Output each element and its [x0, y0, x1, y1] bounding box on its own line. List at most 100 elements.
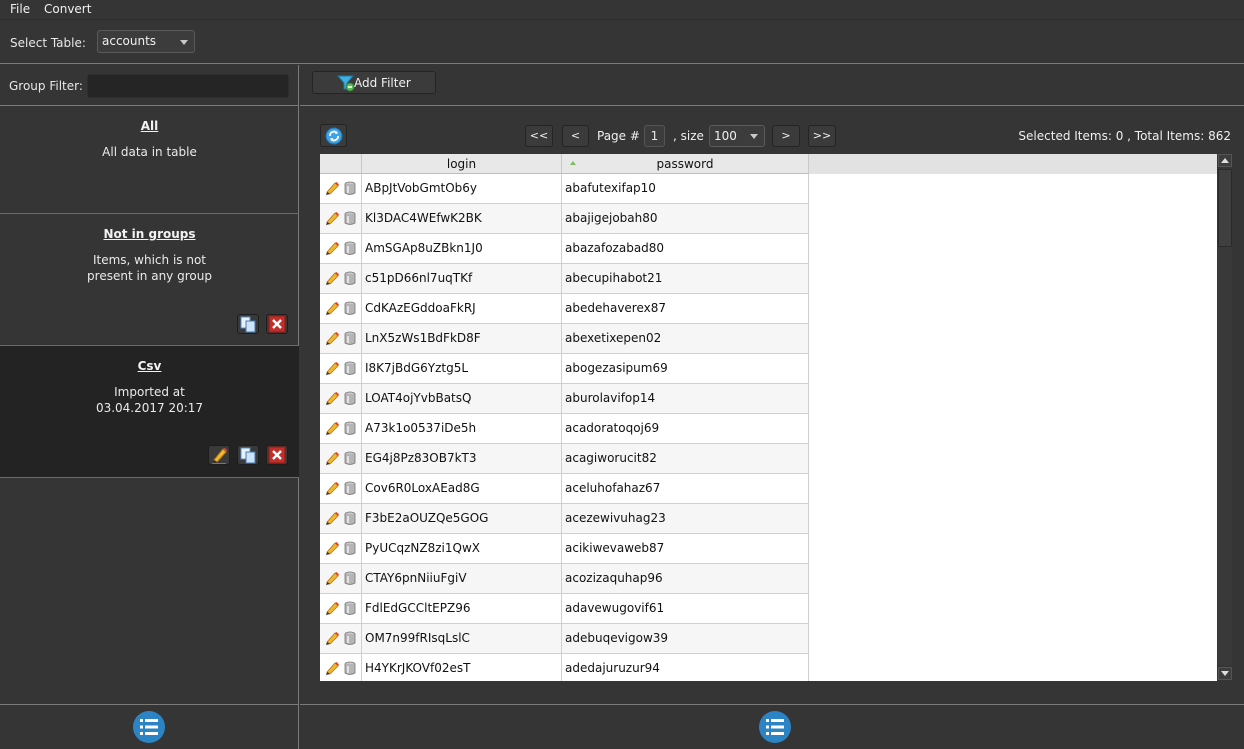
- table-row[interactable]: LOAT4ojYvbBatsQ aburolavifop14: [320, 384, 809, 414]
- cell-password[interactable]: adedajuruzur94: [562, 654, 809, 681]
- cell-password[interactable]: acadoratoqoj69: [562, 414, 809, 443]
- table-row[interactable]: FdlEdGCCltEPZ96 adavewugovif61: [320, 594, 809, 624]
- scroll-up-button[interactable]: [1218, 154, 1232, 167]
- cell-password[interactable]: abexetixepen02: [562, 324, 809, 353]
- menu-convert[interactable]: Convert: [44, 2, 91, 16]
- edit-row-icon[interactable]: [325, 661, 339, 679]
- delete-row-icon[interactable]: [344, 481, 356, 499]
- cell-password[interactable]: abazafozabad80: [562, 234, 809, 263]
- cell-password[interactable]: abajigejobah80: [562, 204, 809, 233]
- delete-row-icon[interactable]: [344, 181, 356, 199]
- table-row[interactable]: CdKAzEGddoaFkRJ abedehaverex87: [320, 294, 809, 324]
- edit-row-icon[interactable]: [325, 511, 339, 529]
- table-row[interactable]: Kl3DAC4WEfwK2BK abajigejobah80: [320, 204, 809, 234]
- table-row[interactable]: CTAY6pnNiiuFgiV acozizaquhap96: [320, 564, 809, 594]
- delete-row-icon[interactable]: [344, 361, 356, 379]
- cell-login[interactable]: Cov6R0LoxAEad8G: [362, 474, 562, 503]
- delete-group-button[interactable]: [266, 314, 288, 334]
- group-all[interactable]: All All data in table: [0, 106, 299, 214]
- table-row[interactable]: EG4j8Pz83OB7kT3 acagiworucit82: [320, 444, 809, 474]
- group-title[interactable]: All: [0, 119, 299, 133]
- table-row[interactable]: OM7n99fRIsqLslC adebuqevigow39: [320, 624, 809, 654]
- edit-row-icon[interactable]: [325, 601, 339, 619]
- cell-password[interactable]: acikiwevaweb87: [562, 534, 809, 563]
- edit-row-icon[interactable]: [325, 391, 339, 409]
- cell-login[interactable]: c51pD66nl7uqTKf: [362, 264, 562, 293]
- cell-password[interactable]: aburolavifop14: [562, 384, 809, 413]
- table-row[interactable]: PyUCqzNZ8zi1QwX acikiwevaweb87: [320, 534, 809, 564]
- delete-group-button[interactable]: [266, 445, 288, 465]
- table-row[interactable]: c51pD66nl7uqTKf abecupihabot21: [320, 264, 809, 294]
- edit-row-icon[interactable]: [325, 421, 339, 439]
- table-row[interactable]: H4YKrJKOVf02esT adedajuruzur94: [320, 654, 809, 681]
- table-row[interactable]: A73k1o0537iDe5h acadoratoqoj69: [320, 414, 809, 444]
- delete-row-icon[interactable]: [344, 661, 356, 679]
- delete-row-icon[interactable]: [344, 541, 356, 559]
- group-title[interactable]: Not in groups: [0, 227, 299, 241]
- edit-row-icon[interactable]: [325, 571, 339, 589]
- table-row[interactable]: Cov6R0LoxAEad8G aceluhofahaz67: [320, 474, 809, 504]
- cell-login[interactable]: F3bE2aOUZQe5GOG: [362, 504, 562, 533]
- edit-row-icon[interactable]: [325, 271, 339, 289]
- prev-page-button[interactable]: <: [562, 125, 589, 147]
- copy-group-button[interactable]: [237, 445, 259, 465]
- delete-row-icon[interactable]: [344, 241, 356, 259]
- cell-password[interactable]: adavewugovif61: [562, 594, 809, 623]
- table-row[interactable]: LnX5zWs1BdFkD8F abexetixepen02: [320, 324, 809, 354]
- group-csv[interactable]: Csv Imported at 03.04.2017 20:17: [0, 346, 299, 478]
- cell-password[interactable]: abogezasipum69: [562, 354, 809, 383]
- delete-row-icon[interactable]: [344, 511, 356, 529]
- cell-login[interactable]: ABpJtVobGmtOb6y: [362, 174, 562, 203]
- add-filter-button[interactable]: Add Filter: [312, 71, 436, 94]
- edit-row-icon[interactable]: [325, 541, 339, 559]
- column-header-login[interactable]: login: [362, 154, 562, 174]
- edit-row-icon[interactable]: [325, 331, 339, 349]
- next-page-button[interactable]: >: [772, 125, 800, 147]
- edit-row-icon[interactable]: [325, 631, 339, 649]
- scroll-track[interactable]: [1218, 247, 1232, 665]
- cell-login[interactable]: CTAY6pnNiiuFgiV: [362, 564, 562, 593]
- delete-row-icon[interactable]: [344, 301, 356, 319]
- cell-login[interactable]: I8K7jBdG6Yztg5L: [362, 354, 562, 383]
- edit-group-button[interactable]: [208, 445, 230, 465]
- menu-file[interactable]: File: [10, 2, 30, 16]
- cell-password[interactable]: aceluhofahaz67: [562, 474, 809, 503]
- table-select[interactable]: accounts: [97, 30, 195, 53]
- cell-login[interactable]: A73k1o0537iDe5h: [362, 414, 562, 443]
- delete-row-icon[interactable]: [344, 571, 356, 589]
- data-menu-button[interactable]: [759, 711, 791, 743]
- delete-row-icon[interactable]: [344, 391, 356, 409]
- delete-row-icon[interactable]: [344, 631, 356, 649]
- cell-login[interactable]: EG4j8Pz83OB7kT3: [362, 444, 562, 473]
- edit-row-icon[interactable]: [325, 241, 339, 259]
- delete-row-icon[interactable]: [344, 271, 356, 289]
- cell-password[interactable]: abecupihabot21: [562, 264, 809, 293]
- delete-row-icon[interactable]: [344, 331, 356, 349]
- cell-login[interactable]: OM7n99fRIsqLslC: [362, 624, 562, 653]
- cell-login[interactable]: AmSGAp8uZBkn1J0: [362, 234, 562, 263]
- cell-login[interactable]: H4YKrJKOVf02esT: [362, 654, 562, 681]
- scroll-down-button[interactable]: [1218, 667, 1232, 680]
- delete-row-icon[interactable]: [344, 601, 356, 619]
- cell-password[interactable]: acozizaquhap96: [562, 564, 809, 593]
- edit-row-icon[interactable]: [325, 211, 339, 229]
- groups-menu-button[interactable]: [133, 711, 165, 743]
- cell-login[interactable]: LnX5zWs1BdFkD8F: [362, 324, 562, 353]
- table-row[interactable]: AmSGAp8uZBkn1J0 abazafozabad80: [320, 234, 809, 264]
- edit-row-icon[interactable]: [325, 301, 339, 319]
- page-size-select[interactable]: 100: [709, 125, 765, 147]
- cell-login[interactable]: LOAT4ojYvbBatsQ: [362, 384, 562, 413]
- group-not-in-groups[interactable]: Not in groups Items, which is not presen…: [0, 214, 299, 346]
- edit-row-icon[interactable]: [325, 481, 339, 499]
- cell-password[interactable]: acezewivuhag23: [562, 504, 809, 533]
- cell-password[interactable]: abafutexifap10: [562, 174, 809, 203]
- column-header-password[interactable]: password: [562, 154, 809, 174]
- cell-login[interactable]: FdlEdGCCltEPZ96: [362, 594, 562, 623]
- delete-row-icon[interactable]: [344, 421, 356, 439]
- delete-row-icon[interactable]: [344, 451, 356, 469]
- first-page-button[interactable]: <<: [525, 125, 553, 147]
- refresh-button[interactable]: [320, 124, 347, 147]
- page-number-input[interactable]: 1: [644, 125, 665, 147]
- copy-group-button[interactable]: [237, 314, 259, 334]
- vertical-scrollbar[interactable]: [1217, 154, 1233, 681]
